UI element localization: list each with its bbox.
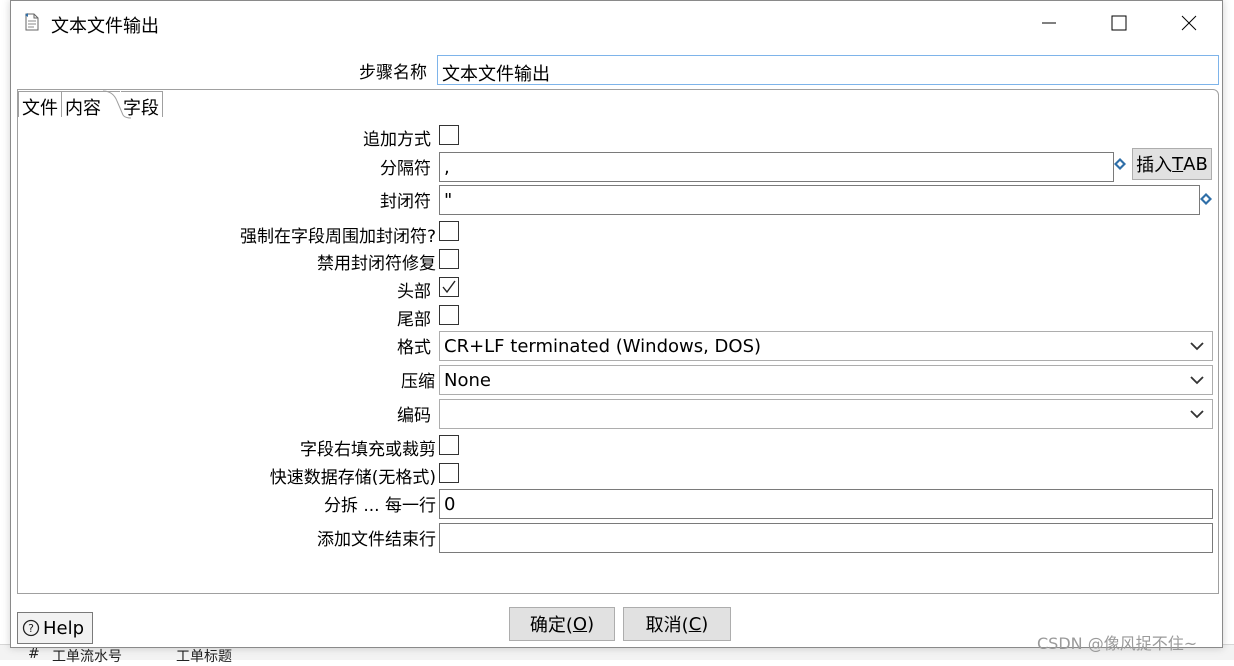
- close-button[interactable]: [1154, 1, 1224, 45]
- help-icon: ?: [22, 619, 40, 637]
- close-icon: [1181, 15, 1197, 31]
- footer-checkbox[interactable]: [439, 305, 459, 325]
- separator-input[interactable]: ,: [439, 152, 1114, 182]
- append-checkbox[interactable]: [439, 125, 459, 145]
- cancel-button[interactable]: 取消(C): [623, 607, 731, 641]
- ok-button[interactable]: 确定(O): [509, 607, 615, 641]
- split-every-label: 分拆 ... 每一行: [323, 496, 436, 516]
- encoding-label: 编码: [397, 406, 431, 426]
- header-checkbox[interactable]: [439, 277, 459, 297]
- disable-enclosure-fix-label: 禁用封闭符修复: [317, 254, 436, 274]
- insert-tab-suffix: AB: [1183, 153, 1208, 175]
- dialog-window: 文本文件输出 步骤名称 文本文件输出 文件 内容 字段 追加方式 分隔符 , 插…: [10, 0, 1223, 648]
- chevron-down-icon: [1190, 342, 1204, 351]
- help-button[interactable]: ? Help: [17, 612, 93, 644]
- fast-dump-checkbox[interactable]: [439, 463, 459, 483]
- cancel-end: ): [701, 613, 709, 635]
- right-pad-checkbox[interactable]: [439, 435, 459, 455]
- cancel-text: 取消(: [645, 615, 689, 636]
- insert-tab-prefix: 插入: [1136, 155, 1173, 176]
- maximize-button[interactable]: [1084, 1, 1154, 45]
- disable-enclosure-fix-checkbox[interactable]: [439, 249, 459, 269]
- end-line-label: 添加文件结束行: [317, 530, 436, 550]
- variable-diamond-icon: [1114, 158, 1126, 170]
- chevron-down-icon-2: [1190, 376, 1204, 385]
- tab-file[interactable]: 文件: [18, 91, 62, 119]
- force-enclosure-label: 强制在字段周围加封闭符?: [239, 227, 436, 247]
- header-label: 头部: [397, 282, 431, 302]
- force-enclosure-checkbox[interactable]: [439, 221, 459, 241]
- format-value: CR+LF terminated (Windows, DOS): [444, 336, 762, 357]
- variable-diamond-icon-2: [1200, 193, 1212, 205]
- window-title: 文本文件输出: [51, 16, 159, 37]
- step-name-input[interactable]: 文本文件输出: [437, 55, 1219, 85]
- fast-dump-label: 快速数据存储(无格式): [269, 468, 436, 488]
- footer-label: 尾部: [397, 310, 431, 330]
- compression-value: None: [444, 370, 491, 391]
- compression-select[interactable]: None: [439, 365, 1213, 395]
- right-pad-label: 字段右填充或裁剪: [300, 440, 436, 460]
- split-every-input[interactable]: 0: [439, 489, 1213, 519]
- format-label: 格式: [397, 338, 431, 358]
- title-bar[interactable]: 文本文件输出: [11, 1, 1222, 45]
- help-label: Help: [43, 617, 85, 639]
- append-label: 追加方式: [363, 130, 431, 150]
- ok-mnemonic: O: [572, 613, 588, 635]
- minimize-icon: [1042, 22, 1056, 24]
- compression-label: 压缩: [401, 372, 435, 392]
- chevron-down-icon-3: [1190, 410, 1204, 419]
- ok-text: 确定(: [529, 615, 573, 636]
- watermark: CSDN @像风捉不住~: [1037, 634, 1198, 653]
- step-name-label: 步骤名称: [359, 63, 427, 83]
- encoding-select[interactable]: [439, 399, 1213, 429]
- maximize-icon: [1111, 15, 1127, 31]
- insert-tab-button[interactable]: 插入 T AB: [1132, 148, 1212, 180]
- enclosure-label: 封闭符: [380, 192, 431, 212]
- end-line-input[interactable]: [439, 523, 1213, 553]
- insert-tab-mnemonic: T: [1172, 153, 1184, 175]
- tab-fields[interactable]: 字段: [121, 91, 163, 119]
- svg-text:?: ?: [28, 622, 34, 635]
- minimize-button[interactable]: [1014, 1, 1084, 45]
- bg-col-order-no: 工单流水号: [52, 649, 122, 665]
- bg-col-order-title: 工单标题: [176, 649, 232, 665]
- enclosure-input[interactable]: ": [439, 185, 1200, 215]
- check-icon: [442, 280, 456, 294]
- text-file-icon: [25, 13, 39, 31]
- ok-end: ): [587, 613, 595, 635]
- cancel-mnemonic: C: [688, 613, 702, 635]
- separator-label: 分隔符: [380, 159, 431, 179]
- format-select[interactable]: CR+LF terminated (Windows, DOS): [439, 331, 1213, 361]
